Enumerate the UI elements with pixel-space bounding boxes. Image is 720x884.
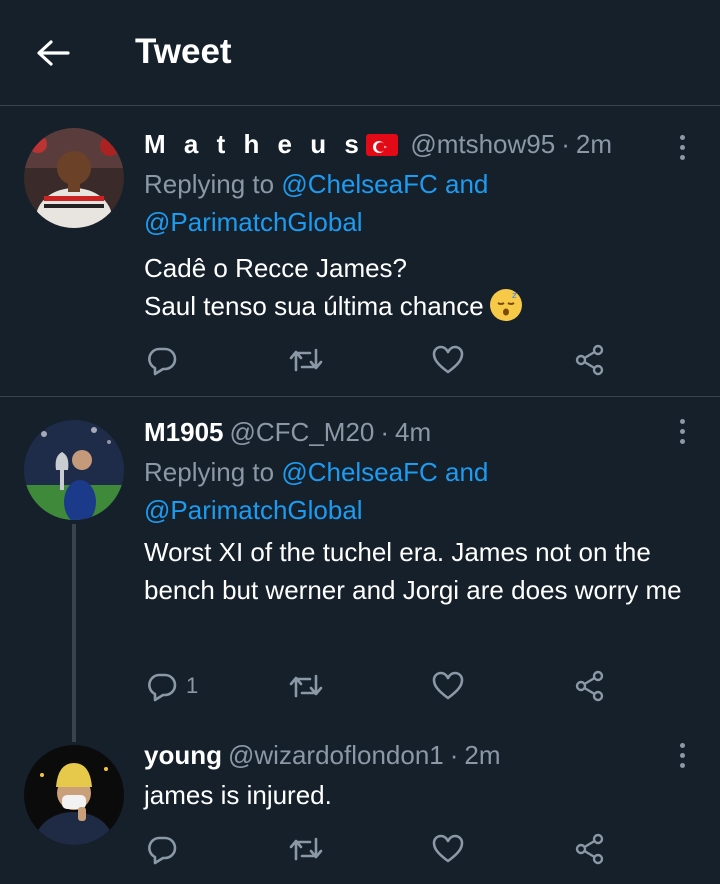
retweet-button[interactable] — [288, 666, 324, 706]
share-icon — [575, 344, 604, 376]
share-icon — [575, 833, 604, 865]
tweet-actions — [0, 340, 720, 380]
page-title: Tweet — [135, 32, 232, 71]
share-button[interactable] — [574, 340, 606, 380]
replying-to: Replying to @ChelseaFC and @ParimatchGlo… — [144, 165, 488, 241]
tweet-text: Cadê o Recce James? Saul tenso sua últim… — [144, 249, 704, 325]
reply-button[interactable] — [146, 340, 186, 380]
top-bar: Tweet — [0, 0, 720, 106]
retweet-icon — [289, 837, 323, 861]
like-button[interactable] — [431, 666, 465, 706]
tweet-text: Worst XI of the tuchel era. James not on… — [144, 537, 682, 605]
share-icon — [575, 670, 604, 702]
thread-connector — [72, 524, 76, 742]
share-button[interactable] — [574, 666, 606, 706]
more-options-button[interactable] — [670, 740, 694, 770]
share-button[interactable] — [574, 829, 606, 869]
reply-icon — [148, 347, 177, 376]
mention-link[interactable]: @ParimatchGlobal — [144, 207, 363, 237]
tweet[interactable]: young @wizardoflondon1 · 2m james is inj… — [0, 728, 720, 884]
replying-to: Replying to @ChelseaFC and @ParimatchGlo… — [144, 453, 488, 529]
tweet[interactable]: M1905 @CFC_M20 · 4m Replying to @Chelsea… — [0, 398, 720, 742]
more-dots-icon — [679, 742, 685, 748]
tweet-header: M a t h e u s @mtshow95 · 2m — [144, 129, 612, 160]
sleeping-face-emoji-icon: z — [489, 289, 522, 321]
display-name[interactable]: M a t h e u s — [144, 129, 364, 160]
timestamp[interactable]: 4m — [395, 417, 431, 448]
mention-link[interactable]: @ChelseaFC and — [281, 169, 488, 199]
timestamp[interactable]: 2m — [464, 740, 500, 771]
tweet-actions: 1 — [0, 666, 720, 706]
more-dots-icon — [679, 418, 685, 424]
arrow-left-icon — [37, 40, 70, 66]
tweet-text-line: Cadê o Recce James? — [144, 253, 408, 283]
mention-link[interactable]: @ChelseaFC and — [281, 457, 488, 487]
more-options-button[interactable] — [670, 416, 694, 446]
replying-to-label: Replying to — [144, 457, 275, 487]
mention-link[interactable]: @ParimatchGlobal — [144, 495, 363, 525]
display-name[interactable]: young — [144, 740, 222, 771]
tweet-header: M1905 @CFC_M20 · 4m — [144, 417, 431, 448]
retweet-button[interactable] — [288, 340, 324, 380]
like-button[interactable] — [431, 829, 465, 869]
reply-button[interactable]: 1 — [146, 666, 198, 706]
timestamp[interactable]: 2m — [576, 129, 612, 160]
tweet-text-line: Saul tenso sua última chance — [144, 291, 484, 321]
tweet[interactable]: M a t h e u s @mtshow95 · 2m Replying to… — [0, 107, 720, 397]
more-options-button[interactable] — [670, 132, 694, 162]
reply-count: 1 — [186, 673, 199, 698]
heart-icon — [432, 671, 464, 700]
user-handle[interactable]: @wizardoflondon1 — [228, 740, 444, 771]
tweet-text: james is injured. — [144, 780, 332, 810]
reply-icon — [148, 836, 177, 865]
svg-text:z: z — [512, 291, 517, 301]
more-dots-icon — [679, 134, 685, 140]
separator-dot: · — [449, 740, 459, 770]
avatar[interactable] — [24, 128, 124, 228]
back-button[interactable] — [30, 33, 76, 73]
tweet-actions — [0, 829, 720, 869]
retweet-icon — [289, 674, 323, 698]
like-button[interactable] — [431, 340, 465, 380]
reply-icon — [148, 673, 177, 702]
heart-icon — [432, 834, 464, 863]
reply-button[interactable] — [146, 829, 186, 869]
separator-dot: · — [561, 129, 570, 159]
user-handle[interactable]: @mtshow95 — [410, 129, 555, 160]
retweet-button[interactable] — [288, 829, 324, 869]
tweet-header: young @wizardoflondon1 · 2m — [144, 740, 501, 771]
display-name[interactable]: M1905 — [144, 417, 224, 448]
user-handle[interactable]: @CFC_M20 — [230, 417, 375, 448]
turkey-flag-icon — [366, 133, 399, 156]
heart-icon — [432, 345, 464, 374]
retweet-icon — [289, 348, 323, 372]
replying-to-label: Replying to — [144, 169, 275, 199]
avatar[interactable] — [24, 420, 124, 520]
separator-dot: · — [380, 417, 390, 447]
